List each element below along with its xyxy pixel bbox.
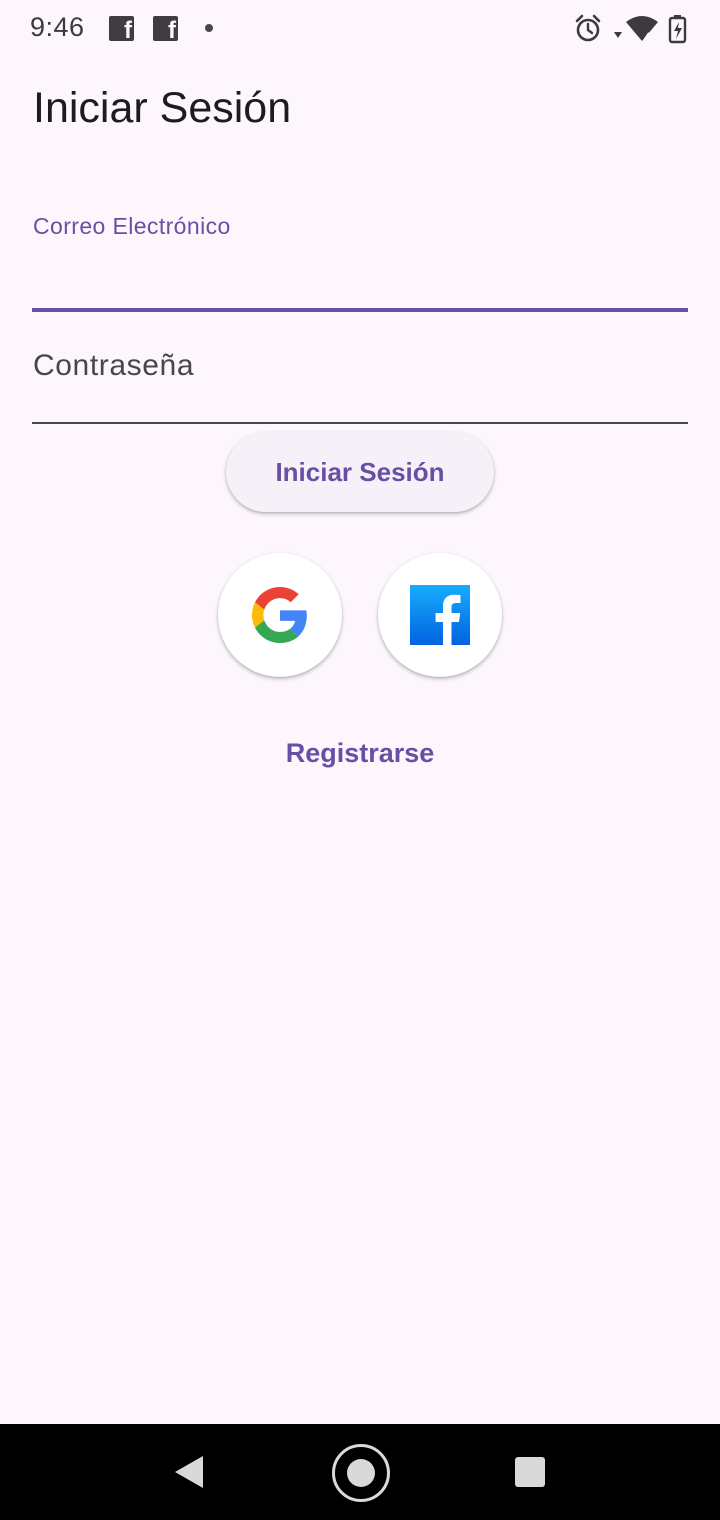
password-field-label: Contraseña (33, 349, 195, 382)
email-field-underline (32, 308, 688, 312)
status-time: 9:46 (30, 12, 85, 42)
navigation-bar (0, 1424, 720, 1520)
google-logo-icon (252, 587, 307, 643)
back-icon[interactable] (172, 1454, 206, 1490)
home-icon-inner (347, 1459, 375, 1487)
home-icon[interactable] (332, 1444, 390, 1502)
password-field[interactable]: Contraseña (32, 330, 688, 424)
battery-level-label: 4 (644, 30, 651, 44)
data-activity-icon (614, 32, 622, 38)
battery-charging-icon (668, 15, 687, 44)
password-field-underline (32, 422, 688, 424)
email-field[interactable]: Correo Electrónico (32, 196, 688, 312)
recents-icon[interactable] (515, 1457, 545, 1487)
login-button[interactable]: Iniciar Sesión (226, 432, 494, 512)
page-title: Iniciar Sesión (33, 84, 292, 132)
login-screen: 9:46 f f 4 Iniciar Sesión Correo Electró… (0, 0, 720, 1520)
alarm-icon (575, 14, 601, 42)
register-link[interactable]: Registrarse (0, 738, 720, 769)
facebook-notification-icon: f (109, 16, 134, 43)
facebook-sign-in-button[interactable] (378, 553, 502, 677)
email-field-label: Correo Electrónico (33, 213, 231, 239)
status-icons: 4 (575, 14, 687, 44)
facebook-notification-icon: f (153, 16, 178, 43)
notification-dot-icon (205, 24, 213, 32)
facebook-logo-icon (410, 585, 470, 645)
google-sign-in-button[interactable] (218, 553, 342, 677)
status-bar: 9:46 f f 4 (0, 0, 720, 58)
login-button-label: Iniciar Sesión (275, 456, 445, 487)
wifi-icon (626, 16, 658, 41)
